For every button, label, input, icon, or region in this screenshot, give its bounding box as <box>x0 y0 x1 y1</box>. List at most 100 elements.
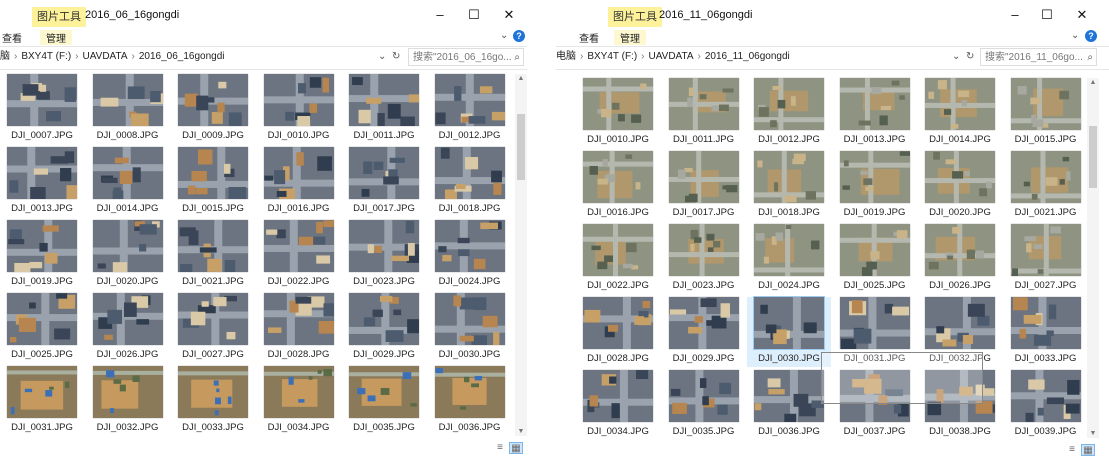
details-view-icon[interactable]: ≡ <box>1065 444 1079 456</box>
details-view-icon[interactable]: ≡ <box>493 442 507 454</box>
search-input[interactable]: 搜索"2016_11_06go... ⌕ <box>980 48 1097 66</box>
file-thumbnail-item[interactable]: DJI_0030.JPG <box>428 293 512 363</box>
thumbnail-view-icon[interactable]: ▦ <box>509 442 523 454</box>
file-thumbnail-item[interactable]: DJI_0024.JPG <box>428 220 512 290</box>
file-thumbnail-item[interactable]: DJI_0020.JPG <box>86 220 170 290</box>
file-thumbnail-item[interactable]: DJI_0017.JPG <box>662 151 746 221</box>
address-dropdown-icon[interactable]: ⌄ <box>378 47 386 67</box>
file-thumbnail-item[interactable]: DJI_0026.JPG <box>918 224 1002 294</box>
breadcrumb-item[interactable]: UAVDATA <box>649 51 694 62</box>
file-thumbnail-item[interactable]: DJI_0011.JPG <box>342 74 426 144</box>
file-thumbnail-item[interactable]: DJI_0023.JPG <box>662 224 746 294</box>
scroll-up-icon[interactable]: ▲ <box>515 75 527 82</box>
file-thumbnail-item[interactable]: DJI_0026.JPG <box>86 293 170 363</box>
file-thumbnail-item[interactable]: DJI_0036.JPG <box>747 370 831 440</box>
file-thumbnail-item[interactable]: DJI_0027.JPG <box>1004 224 1088 294</box>
file-thumbnail-item[interactable]: DJI_0025.JPG <box>0 293 84 363</box>
file-thumbnail-item[interactable]: DJI_0022.JPG <box>576 224 660 294</box>
file-thumbnail-item[interactable]: DJI_0019.JPG <box>0 220 84 290</box>
file-thumbnail-item[interactable]: DJI_0014.JPG <box>86 147 170 217</box>
file-thumbnail-item[interactable]: DJI_0012.JPG <box>428 74 512 144</box>
file-thumbnail-item[interactable]: DJI_0028.JPG <box>576 297 660 367</box>
scroll-down-icon[interactable]: ▼ <box>515 428 527 435</box>
help-icon[interactable]: ? <box>1085 30 1097 42</box>
maximize-button[interactable]: ☐ <box>1032 4 1062 26</box>
tab-manage[interactable]: 管理 <box>40 30 72 45</box>
file-thumbnail-item[interactable]: DJI_0013.JPG <box>833 78 917 148</box>
minimize-button[interactable]: – <box>425 4 455 26</box>
scrollbar-thumb[interactable] <box>1089 126 1097 188</box>
file-thumbnail-item[interactable]: DJI_0014.JPG <box>918 78 1002 148</box>
breadcrumb-item[interactable]: UAVDATA <box>83 51 128 62</box>
file-thumbnail-item[interactable]: DJI_0025.JPG <box>833 224 917 294</box>
file-thumbnail-item[interactable]: DJI_0016.JPG <box>257 147 341 217</box>
breadcrumb-item[interactable]: 2016_11_06gongdi <box>705 51 790 62</box>
file-thumbnail-item[interactable]: DJI_0016.JPG <box>576 151 660 221</box>
file-thumbnail-item[interactable]: DJI_0033.JPG <box>171 366 255 436</box>
file-thumbnail-item[interactable]: DJI_0023.JPG <box>342 220 426 290</box>
file-thumbnail-item[interactable]: DJI_0034.JPG <box>576 370 660 440</box>
file-thumbnail-item[interactable]: DJI_0015.JPG <box>171 147 255 217</box>
file-thumbnail-item[interactable]: DJI_0010.JPG <box>576 78 660 148</box>
file-thumbnail-item[interactable]: DJI_0032.JPG <box>86 366 170 436</box>
file-thumbnail-item[interactable]: DJI_0010.JPG <box>257 74 341 144</box>
chevron-down-icon[interactable]: ⌄ <box>1071 30 1079 41</box>
breadcrumb-item[interactable]: BXY4T (F:) <box>21 51 71 62</box>
vertical-scrollbar[interactable]: ▲ ▼ <box>515 74 527 436</box>
file-thumbnail-item[interactable]: DJI_0024.JPG <box>747 224 831 294</box>
vertical-scrollbar[interactable]: ▲ ▼ <box>1087 78 1099 438</box>
minimize-button[interactable]: – <box>1000 4 1030 26</box>
address-bar[interactable]: 脑 › BXY4T (F:) › UAVDATA › 2016_06_16gongdi ⌄ … <box>0 46 527 70</box>
picture-tools-tab[interactable]: 图片工具 <box>32 7 86 27</box>
file-thumbnail-item[interactable]: DJI_0017.JPG <box>342 147 426 217</box>
thumbnail-view-icon[interactable]: ▦ <box>1081 444 1095 456</box>
file-thumbnail-item[interactable]: DJI_0007.JPG <box>0 74 84 144</box>
tab-view[interactable]: 查看 <box>2 30 22 45</box>
file-thumbnail-item[interactable]: DJI_0021.JPG <box>1004 151 1088 221</box>
file-thumbnail-item[interactable]: DJI_0029.JPG <box>662 297 746 367</box>
file-thumbnail-item[interactable]: DJI_0020.JPG <box>918 151 1002 221</box>
breadcrumb-item[interactable]: BXY4T (F:) <box>587 51 637 62</box>
picture-tools-tab[interactable]: 图片工具 <box>608 7 662 27</box>
search-input[interactable]: 搜索"2016_06_16go... ⌕ <box>408 48 524 66</box>
file-thumbnail-item[interactable]: DJI_0008.JPG <box>86 74 170 144</box>
file-thumbnail-item[interactable]: DJI_0028.JPG <box>257 293 341 363</box>
maximize-button[interactable]: ☐ <box>459 4 489 26</box>
scrollbar-thumb[interactable] <box>517 114 525 180</box>
file-thumbnail-item[interactable]: DJI_0033.JPG <box>1004 297 1088 367</box>
file-thumbnail-item[interactable]: DJI_0039.JPG <box>1004 370 1088 440</box>
scroll-up-icon[interactable]: ▲ <box>1087 79 1099 86</box>
file-thumbnail-item[interactable]: DJI_0015.JPG <box>1004 78 1088 148</box>
file-thumbnail-item[interactable]: DJI_0021.JPG <box>171 220 255 290</box>
chevron-down-icon[interactable]: ⌄ <box>500 30 508 41</box>
close-button[interactable]: ✕ <box>494 4 524 26</box>
file-thumbnail-item[interactable]: DJI_0022.JPG <box>257 220 341 290</box>
address-dropdown-icon[interactable]: ⌄ <box>952 47 960 67</box>
file-thumbnail-item[interactable]: DJI_0036.JPG <box>428 366 512 436</box>
file-thumbnail-item[interactable]: DJI_0031.JPG <box>0 366 84 436</box>
file-thumbnail-item[interactable]: DJI_0030.JPG <box>747 296 831 367</box>
file-thumbnail-item[interactable]: DJI_0013.JPG <box>0 147 84 217</box>
file-thumbnail-item[interactable]: DJI_0011.JPG <box>662 78 746 148</box>
breadcrumb-item[interactable]: 电脑 <box>556 51 576 62</box>
scroll-down-icon[interactable]: ▼ <box>1087 430 1099 437</box>
refresh-icon[interactable]: ↻ <box>392 47 400 67</box>
tab-manage[interactable]: 管理 <box>614 30 646 45</box>
file-thumbnail-item[interactable]: DJI_0035.JPG <box>662 370 746 440</box>
breadcrumb-item[interactable]: 脑 <box>0 51 10 62</box>
address-bar[interactable]: 电脑 › BXY4T (F:) › UAVDATA › 2016_11_06gongdi ⌄… <box>556 46 1109 70</box>
file-thumbnail-item[interactable]: DJI_0012.JPG <box>747 78 831 148</box>
refresh-icon[interactable]: ↻ <box>966 47 974 67</box>
file-thumbnail-item[interactable]: DJI_0018.JPG <box>428 147 512 217</box>
close-button[interactable]: ✕ <box>1067 4 1097 26</box>
file-thumbnail-item[interactable]: DJI_0035.JPG <box>342 366 426 436</box>
breadcrumb-item[interactable]: 2016_06_16gongdi <box>139 51 225 62</box>
file-thumbnail-item[interactable]: DJI_0027.JPG <box>171 293 255 363</box>
file-thumbnail-item[interactable]: DJI_0019.JPG <box>833 151 917 221</box>
file-thumbnail-item[interactable]: DJI_0018.JPG <box>747 151 831 221</box>
file-thumbnail-item[interactable]: DJI_0034.JPG <box>257 366 341 436</box>
tab-view[interactable]: 查看 <box>579 30 599 45</box>
help-icon[interactable]: ? <box>513 30 525 42</box>
file-thumbnail-item[interactable]: DJI_0009.JPG <box>171 74 255 144</box>
file-thumbnail-item[interactable]: DJI_0029.JPG <box>342 293 426 363</box>
